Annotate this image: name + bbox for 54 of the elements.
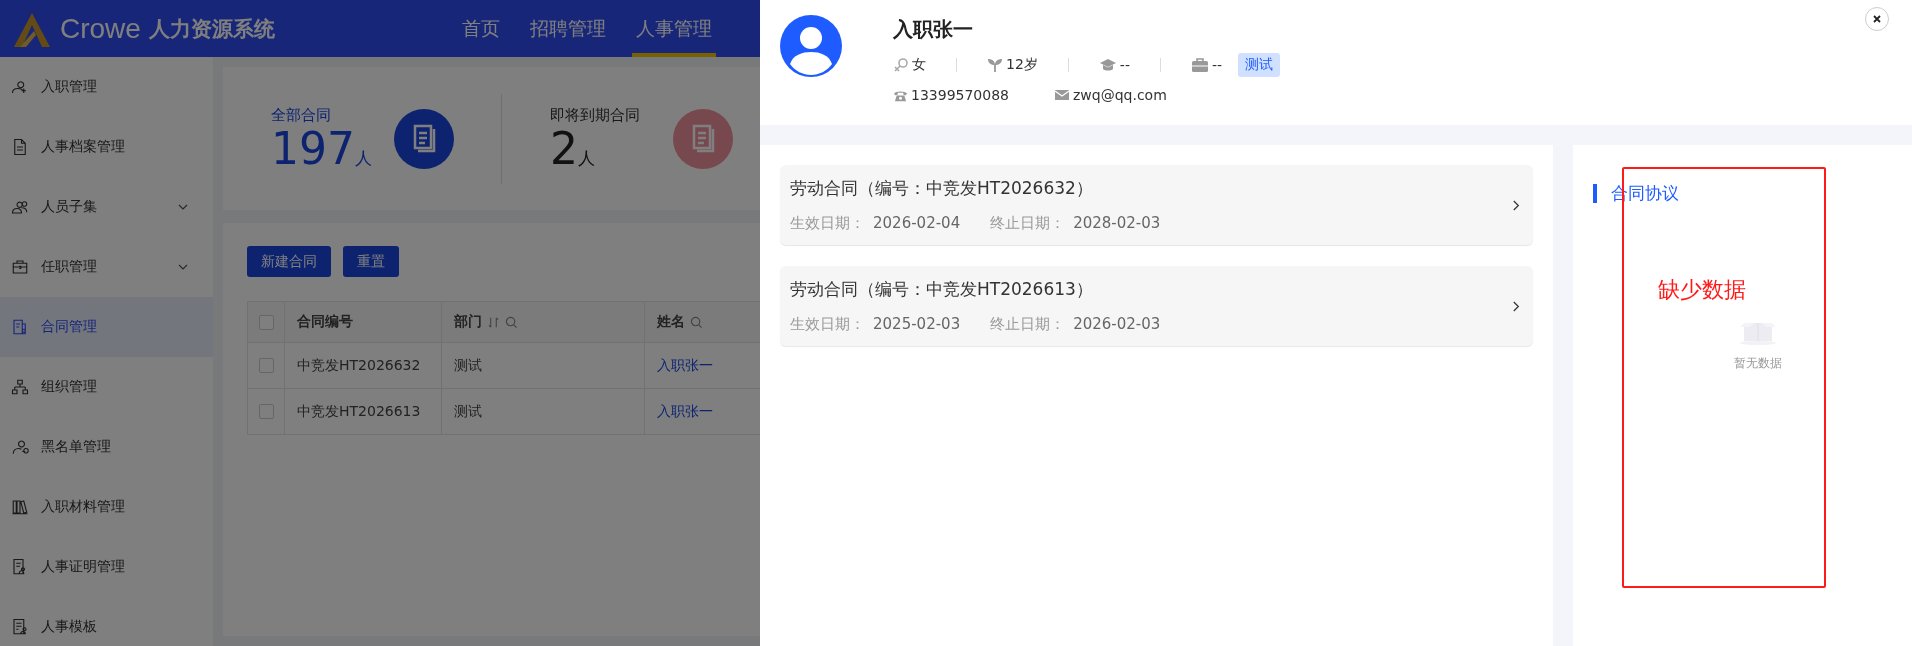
phone-text: 13399570088 [911,87,1009,103]
department-tag: 测试 [1238,53,1281,77]
date-label: 生效日期： [790,315,865,334]
stat-value: 2 [550,123,578,174]
nav-tab[interactable]: 人事管理 [632,0,716,57]
date-value: 2026-02-03 [1073,315,1161,334]
date-value: 2025-02-03 [873,315,961,334]
sidebar-item[interactable]: 人事证明管理 [0,537,213,597]
email-text: zwq@qq.com [1073,87,1167,103]
column-header: 部门 [454,313,482,331]
empty-text: 暂无数据 [1734,355,1782,372]
nav-tab[interactable]: 招聘管理 [526,0,610,57]
stat-value: 197 [271,123,355,174]
position-text: -- [1211,57,1223,73]
date-value: 2026-02-04 [873,214,961,233]
sidebar-item[interactable]: 入职材料管理 [0,477,213,537]
date-label: 生效日期： [790,214,865,233]
sidebar-item[interactable]: 合同管理 [0,297,213,357]
education-text: -- [1119,57,1130,73]
contract-card[interactable]: 劳动合同（编号：中竞发HT2026632） 生效日期： 2026-02-04 终止日期： 2028-02-03 [780,165,1533,245]
annotation-text: 缺少数据 [1658,276,1746,304]
sidebar-item[interactable]: 组织管理 [0,357,213,417]
contract-card[interactable]: 劳动合同（编号：中竞发HT2026613） 生效日期： 2025-02-03 终止日期： 2026-02-03 [780,266,1533,346]
system-name: 人力资源系统 [148,15,275,43]
stat-label: 即将到期合同 [550,106,641,125]
sidebar-item[interactable]: 人员子集 [0,177,213,237]
logo-text: Crowe [60,12,141,45]
sidebar-item[interactable]: 入职管理 [0,57,213,117]
contract-title: 劳动合同（编号：中竞发HT2026632） [790,177,1094,200]
person-name: 入职张一 [893,16,974,43]
toolbar-button[interactable]: 新建合同 [247,246,331,277]
date-label: 终止日期： [990,315,1066,334]
sidebar-item[interactable]: 黑名单管理 [0,417,213,477]
stat-label: 全部合同 [271,106,332,125]
stat-unit: 人 [578,148,595,168]
sidebar-item[interactable]: 人事模板 [0,597,213,646]
name-link[interactable]: 入职张一 [657,402,713,421]
contract-title: 劳动合同（编号：中竞发HT2026613） [790,278,1094,301]
name-link[interactable]: 入职张一 [657,356,713,375]
gender-text: 女 [912,56,926,74]
date-label: 终止日期： [990,214,1066,233]
nav-tab[interactable]: 首页 [458,0,504,57]
column-header: 合同编号 [297,313,353,331]
sidebar-item[interactable]: 人事档案管理 [0,117,213,177]
column-header: 姓名 [657,313,685,331]
toolbar-button[interactable]: 重置 [343,246,399,277]
date-value: 2028-02-03 [1073,214,1161,233]
stat-unit: 人 [355,148,372,168]
age-text: 12岁 [1006,56,1038,74]
sidebar-item[interactable]: 任职管理 [0,237,213,297]
table-cell: 测试 [454,402,482,421]
table-cell: 中竞发HT2026613 [297,402,421,421]
table-cell: 测试 [454,356,482,375]
table-cell: 中竞发HT2026632 [297,356,421,375]
